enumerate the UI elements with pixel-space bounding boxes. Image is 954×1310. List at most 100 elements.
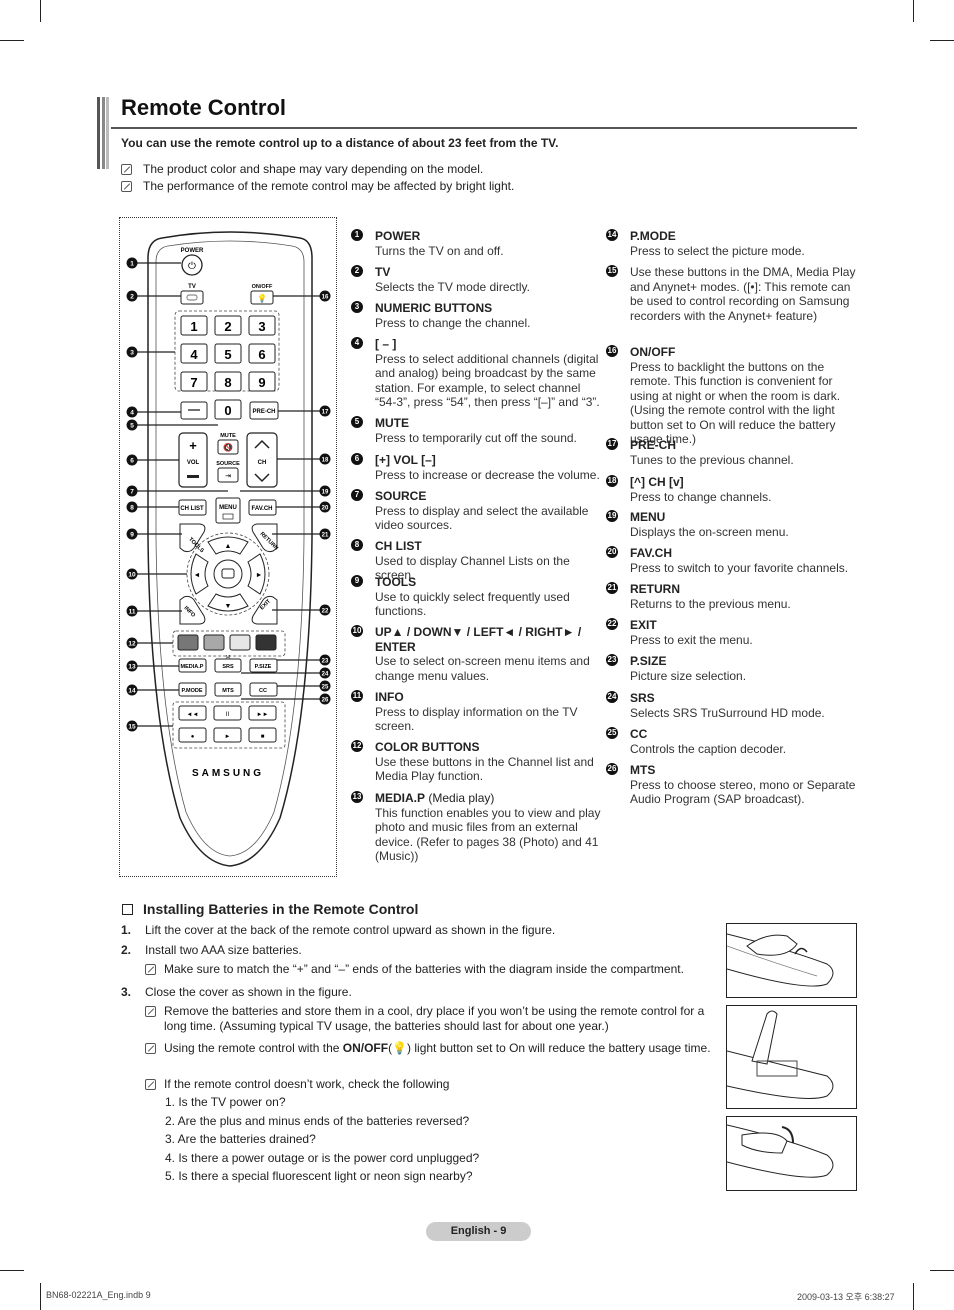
svg-text:9: 9 — [130, 532, 134, 539]
description-item: 13 MEDIA.P (Media play) This function enab… — [351, 791, 603, 864]
button-name: [+] VOL [–] — [375, 453, 436, 467]
svg-text:■: ■ — [261, 734, 265, 740]
svg-text:22: 22 — [322, 609, 329, 615]
mute-icon: 🔇 — [223, 442, 233, 452]
button-description: Selects SRS TruSurround HD mode. — [630, 705, 825, 720]
button-description: Use to select on-screen menu items and c… — [375, 654, 590, 683]
digit-button-7: 7 — [180, 371, 208, 392]
svg-text:12: 12 — [128, 641, 136, 648]
crop-mark — [913, 1283, 914, 1310]
color-button — [203, 634, 225, 651]
svg-text:CH LIST: CH LIST — [180, 506, 204, 512]
button-name: PRE-CH — [630, 438, 677, 452]
button-description: Press to exit the menu. — [630, 632, 753, 647]
check-item: 1. Is the TV power on? — [165, 1095, 286, 1109]
svg-text:►: ► — [256, 572, 263, 579]
description-item: 16 ON/OFF Press to backlight the buttons o… — [606, 345, 861, 447]
note: The product color and shape may vary dep… — [121, 162, 483, 176]
check-item: 3. Are the batteries drained? — [165, 1132, 316, 1146]
svg-text:II: II — [226, 712, 230, 718]
svg-text:P.SIZE: P.SIZE — [255, 664, 272, 670]
svg-text:19: 19 — [322, 490, 329, 496]
enter-button — [213, 559, 243, 589]
check-item: 5. Is there a special fluorescent light … — [165, 1169, 473, 1183]
button-description: Displays the on-screen menu. — [630, 524, 789, 539]
callout-number: 14 — [606, 229, 618, 241]
button-name: EXIT — [630, 618, 657, 632]
callout-number: 22 — [606, 618, 618, 630]
button-name: CC — [630, 727, 648, 741]
callout-number: 9 — [351, 575, 363, 587]
button-name: MUTE — [375, 416, 409, 430]
callout-number: 25 — [606, 727, 618, 739]
remote-figure: POWER ⏻ TV ON/OFF 💡 1234567890 PRE-CH MU… — [119, 217, 337, 877]
svg-text:CC: CC — [259, 688, 267, 694]
description-item: 26 MTS Press to choose stereo, mono or Sep… — [606, 763, 861, 807]
callout-number: 13 — [351, 791, 363, 803]
button-description: Use these buttons in the DMA, Media Play… — [630, 265, 856, 323]
playback-button: ◄◄ — [178, 705, 207, 721]
svg-text:6: 6 — [258, 347, 265, 362]
button-description: Press to increase or decrease the volume… — [375, 467, 600, 482]
svg-text:8: 8 — [130, 505, 134, 512]
note-text: The performance of the remote control ma… — [143, 179, 515, 193]
callout-number: 23 — [606, 654, 618, 666]
note-icon — [145, 1043, 156, 1054]
button-name: P.MODE — [630, 229, 676, 243]
note-icon — [145, 1006, 156, 1017]
button-description: Tunes to the previous channel. — [630, 452, 794, 467]
light-bulb-icon: 💡 — [257, 293, 267, 303]
description-item: 11 INFO Press to display information on th… — [351, 690, 603, 734]
description-item: 23 P.SIZE Picture size selection. — [606, 654, 861, 683]
svg-text:FAV.CH: FAV.CH — [251, 506, 272, 512]
svg-text:1: 1 — [190, 319, 197, 334]
print-slug-file: BN68-02221A_Eng.indb 9 — [46, 1290, 151, 1300]
button-description: Press to display and select the availabl… — [375, 503, 589, 533]
callout-number: 3 — [351, 301, 363, 313]
crop-mark — [40, 0, 41, 22]
button-name: TOOLS — [375, 575, 417, 589]
digit-button-5: 5 — [214, 343, 242, 364]
svg-text:SRS: SRS — [222, 664, 234, 670]
callout-number: 10 — [351, 625, 363, 637]
tv-button — [180, 290, 204, 305]
callout-number: 26 — [606, 763, 618, 775]
step: 3. Close the cover as shown in the figure… — [121, 985, 352, 999]
figure-close-cover — [726, 1116, 857, 1191]
button-name: INFO — [375, 690, 404, 704]
svg-text:17: 17 — [322, 410, 329, 416]
svg-text:MEDIA.P: MEDIA.P — [181, 664, 204, 670]
button-description: Press to change channels. — [630, 489, 772, 504]
title-rule — [111, 127, 857, 129]
svg-text:MUTE: MUTE — [220, 433, 236, 439]
svg-text:▲: ▲ — [225, 543, 232, 550]
svg-text:4: 4 — [130, 410, 134, 417]
remote-illustration: POWER ⏻ TV ON/OFF 💡 1 2 34 5 67 8 90 PRE-CH MU… — [126, 231, 331, 867]
button-name: MTS — [630, 763, 656, 777]
callout-number: 1 — [351, 229, 363, 241]
print-slug-date: 2009-03-13 오후 6:38:27 — [797, 1292, 895, 1302]
svg-text:5: 5 — [224, 347, 231, 362]
svg-text:1: 1 — [130, 261, 134, 268]
playback-button: II — [213, 705, 242, 721]
note-icon — [121, 180, 132, 192]
digit-button-3: 3 — [248, 315, 276, 336]
svg-text:3: 3 — [130, 350, 134, 357]
button-description: Use to quickly select frequently used fu… — [375, 589, 570, 619]
button-name: SOURCE — [375, 489, 427, 503]
button-description: Press to display information on the TV s… — [375, 704, 578, 734]
button-name: FAV.CH — [630, 546, 673, 560]
light-bulb-icon: (💡) — [388, 1041, 412, 1055]
note-icon — [145, 1079, 156, 1090]
button-name: MENU — [630, 510, 666, 524]
playback-button: ► — [213, 727, 242, 743]
svg-text:VOL: VOL — [187, 460, 200, 466]
batteries-heading: Installing Batteries in the Remote Contr… — [122, 901, 418, 917]
callout-number: 11 — [351, 690, 363, 702]
power-icon: ⏻ — [188, 261, 196, 272]
digit-button-2: 2 — [214, 315, 242, 336]
note: If the remote control doesn’t work, chec… — [145, 1077, 720, 1092]
digit-button-8: 8 — [214, 371, 242, 392]
page-number-badge: English - 9 — [426, 1222, 531, 1241]
svg-text:SOURCE: SOURCE — [216, 461, 240, 467]
